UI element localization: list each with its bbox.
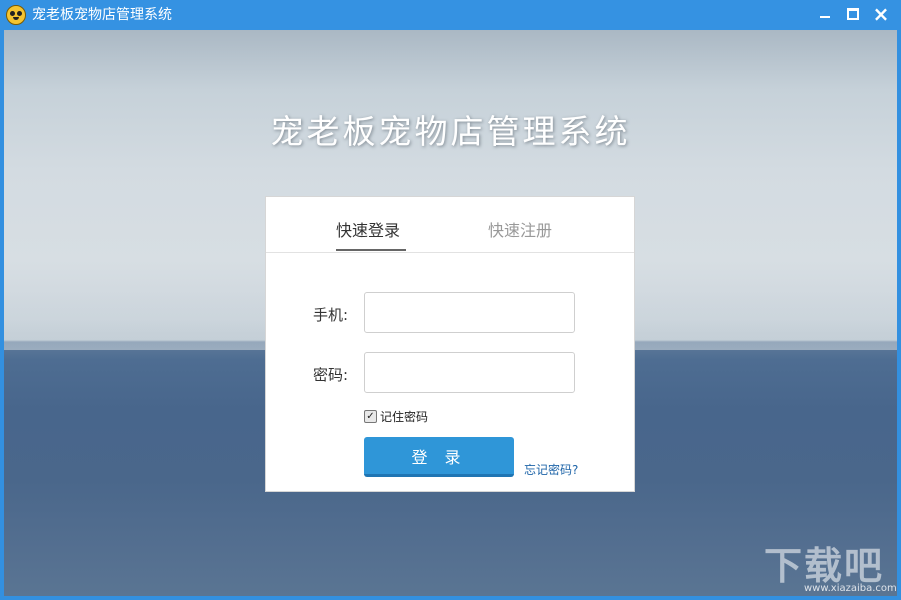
- watermark-url: www.xiazaiba.com: [804, 583, 897, 594]
- maximize-icon: [847, 8, 859, 20]
- phone-label: 手机:: [313, 306, 349, 324]
- close-button[interactable]: ×: [866, 0, 896, 28]
- login-card: 快速登录 快速注册 手机: 密码: ✓ 记住密码 登 录 忘记密码?: [265, 196, 635, 492]
- window-title: 宠老板宠物店管理系统: [32, 7, 172, 23]
- app-logo-icon: [6, 5, 26, 25]
- login-button[interactable]: 登 录: [364, 437, 514, 477]
- remember-checkbox[interactable]: ✓: [364, 410, 377, 423]
- tab-quick-login[interactable]: 快速登录: [336, 217, 400, 241]
- background-sea-image: 宠老板宠物店管理系统 快速登录 快速注册 手机: 密码: ✓ 记住密码 登 录 …: [4, 30, 897, 596]
- active-tab-indicator: [336, 249, 406, 251]
- minimize-icon: [820, 16, 830, 18]
- app-window: 宠老板宠物店管理系统 × 宠老板宠物店管理系统 快速登录 快速注册 手机: 密码…: [0, 0, 901, 600]
- title-bar[interactable]: 宠老板宠物店管理系统 ×: [0, 0, 901, 30]
- tab-quick-register[interactable]: 快速注册: [488, 217, 552, 241]
- maximize-button[interactable]: [838, 0, 868, 28]
- password-input[interactable]: [364, 352, 575, 393]
- login-tabs: 快速登录 快速注册: [266, 197, 634, 253]
- minimize-button[interactable]: [810, 0, 840, 28]
- remember-password-option[interactable]: ✓ 记住密码: [364, 408, 428, 425]
- hero-title: 宠老板宠物店管理系统: [270, 112, 631, 151]
- password-label: 密码:: [313, 366, 349, 384]
- remember-label: 记住密码: [380, 410, 429, 424]
- watermark-logo: 下载吧: [764, 544, 885, 588]
- close-icon: ×: [872, 2, 890, 26]
- forgot-password-link[interactable]: 忘记密码?: [524, 461, 578, 478]
- phone-input[interactable]: [364, 292, 575, 333]
